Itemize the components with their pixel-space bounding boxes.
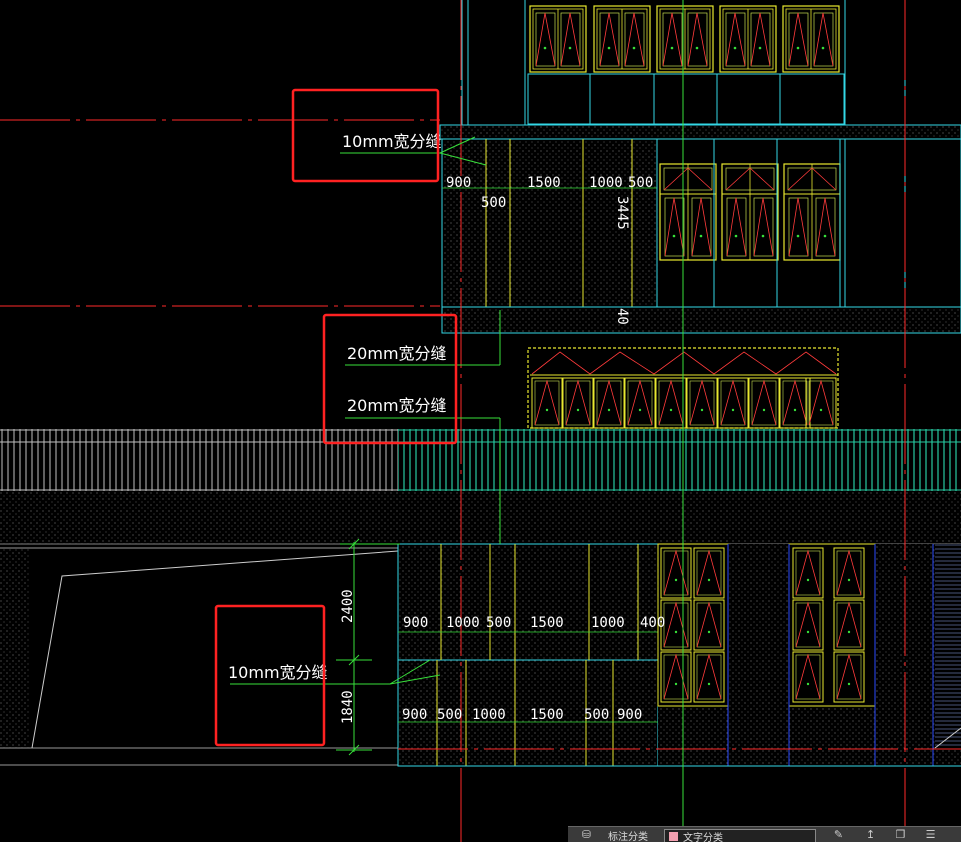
dim-upper-1000: 1000 [589,175,623,191]
dim-l2-500b: 500 [584,707,609,723]
dim-l2-900a: 900 [402,707,427,723]
dim-upper-500b: 500 [481,195,506,211]
highlight-box-mid [322,313,458,445]
joint-label-bottom: 10mm宽分缝 [228,663,328,682]
upload-icon[interactable]: ↥ [864,828,877,841]
dim-l1-500: 500 [486,615,511,631]
dim-l1-400: 400 [640,615,665,631]
dim-l2-900b: 900 [617,707,642,723]
dim-l1-1000b: 1000 [591,615,625,631]
copy-icon[interactable]: ❐ [894,828,907,841]
cad-viewport[interactable]: 900 1500 1000 500 500 3445 40 900 1000 5… [0,0,961,842]
balcony-railing [0,429,961,491]
dim-l2-1000: 1000 [472,707,506,723]
dim-l1-900: 900 [403,615,428,631]
edit-icon[interactable]: ✎ [832,828,845,841]
layer-color-swatch [669,832,678,841]
dim-upper-3445: 3445 [614,196,630,230]
joint-label-top: 10mm宽分缝 [342,132,442,151]
dim-upper-40: 40 [614,308,630,325]
layer-name: 文字分类 [683,833,723,842]
joint-label-mid-1: 20mm宽分缝 [347,344,447,363]
layer-statusbar: ⛁ 标注分类 文字分类 ✎ ↥ ❐ ☰ [568,826,961,842]
stack-icon[interactable]: ☰ [924,828,937,841]
upper-right-windows [656,138,961,308]
dim-v-2400: 2400 [340,589,356,623]
dim-upper-1500: 1500 [527,175,561,191]
elevation-drawing[interactable]: 900 1500 1000 500 500 3445 40 900 1000 5… [0,0,961,842]
joint-label-mid-2: 20mm宽分缝 [347,396,447,415]
dim-l1-1500: 1500 [530,615,564,631]
dim-l2-500a: 500 [437,707,462,723]
dim-l2-1500: 1500 [530,707,564,723]
layer-label: 标注分类 [608,832,648,842]
dim-l1-1000a: 1000 [446,615,480,631]
layer-icon[interactable]: ⛁ [580,828,593,841]
dim-v-1840: 1840 [340,690,356,724]
lower-left-ramp [0,547,399,766]
dim-upper-500a: 500 [628,175,653,191]
layer-dropdown[interactable]: 文字分类 [664,829,816,842]
dim-upper-900: 900 [446,175,471,191]
lower-right-windows [657,543,961,766]
